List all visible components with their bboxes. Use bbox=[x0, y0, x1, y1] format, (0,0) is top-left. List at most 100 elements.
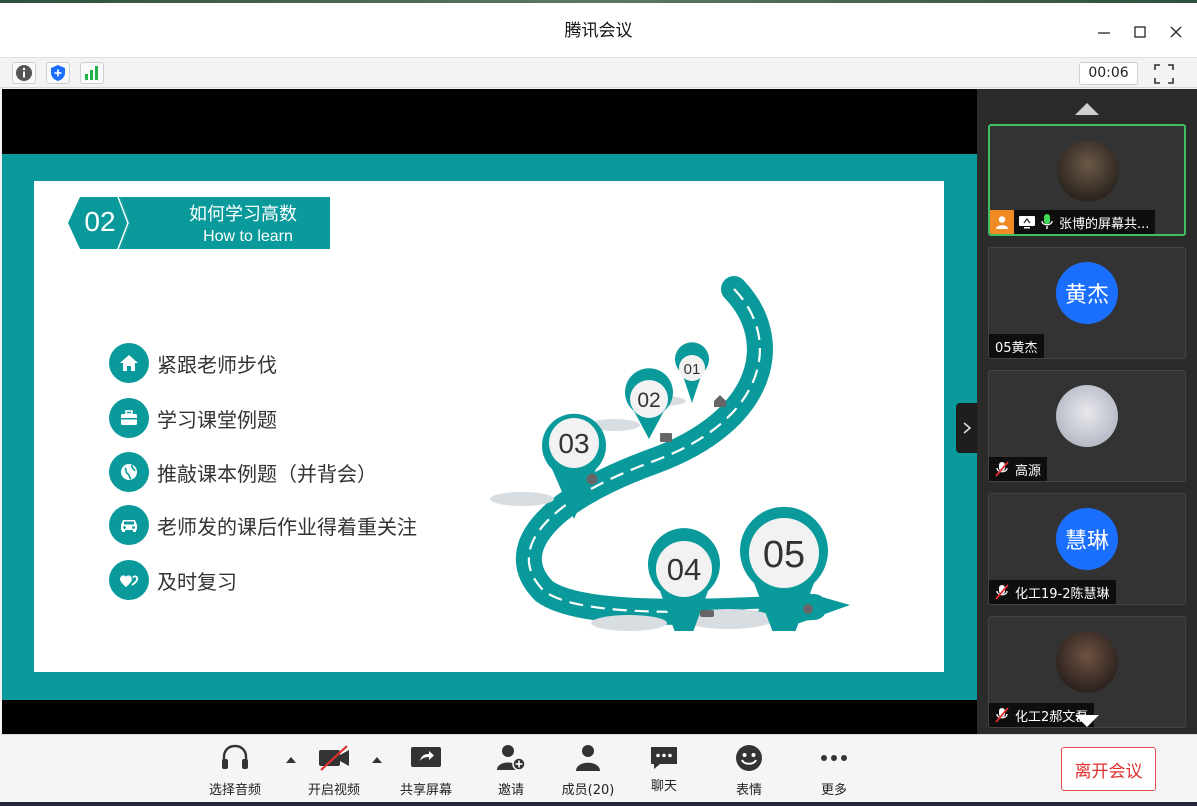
audio-button[interactable]: 选择音频 bbox=[195, 743, 275, 801]
avatar: 黄杰 bbox=[1056, 262, 1118, 324]
small-car-icon bbox=[700, 610, 714, 617]
participant-name: 05黄杰 bbox=[995, 340, 1038, 356]
bullet-text: 推敲课本例题（并背会） bbox=[157, 461, 377, 486]
shared-screen-area[interactable]: 02 如何学习高数 How to learn 紧跟老师步伐 学习课堂例题 推敲课… bbox=[2, 89, 977, 734]
microphone-icon bbox=[1041, 214, 1053, 229]
minimize-icon bbox=[1098, 32, 1110, 34]
more-button[interactable]: 更多 bbox=[794, 743, 874, 801]
avatar bbox=[1056, 631, 1118, 693]
section-header: 02 如何学习高数 How to learn bbox=[68, 197, 330, 249]
participant-tile[interactable]: 高源 bbox=[988, 370, 1186, 482]
taskbar-edge bbox=[0, 802, 1197, 806]
globe-icon bbox=[109, 452, 149, 492]
scroll-down-arrow[interactable] bbox=[1075, 715, 1099, 727]
close-button[interactable] bbox=[1165, 21, 1187, 43]
participant-tile[interactable]: 化工2郝文磊 bbox=[988, 616, 1186, 728]
smiley-icon bbox=[732, 743, 766, 773]
chat-icon bbox=[647, 743, 681, 773]
network-signal-button[interactable] bbox=[80, 62, 104, 84]
svg-text:04: 04 bbox=[667, 552, 701, 587]
car-icon bbox=[109, 505, 149, 545]
title-bar: 腾讯会议 bbox=[0, 3, 1197, 57]
participant-tile[interactable]: 慧琳 化工19-2陈慧琳 bbox=[988, 493, 1186, 605]
leave-meeting-button[interactable]: 离开会议 bbox=[1061, 747, 1156, 791]
bullet-text: 学习课堂例题 bbox=[157, 407, 277, 432]
bullet-item: 紧跟老师步伐 bbox=[109, 343, 277, 383]
participant-tile[interactable]: 张博的屏幕共... bbox=[988, 124, 1186, 236]
bullet-item: 推敲课本例题（并背会） bbox=[109, 452, 377, 492]
more-dots-icon bbox=[817, 743, 851, 773]
bullet-item: 学习课堂例题 bbox=[109, 398, 277, 438]
small-briefcase-icon bbox=[660, 433, 672, 442]
maximize-button[interactable] bbox=[1129, 21, 1151, 43]
participant-name-tag: 05黄杰 bbox=[989, 334, 1044, 358]
emoji-button[interactable]: 表情 bbox=[709, 743, 789, 801]
collapse-sidebar-button[interactable] bbox=[956, 403, 977, 453]
avatar: 慧琳 bbox=[1056, 508, 1118, 570]
section-subtitle: How to learn bbox=[203, 228, 293, 245]
slide-frame: 02 如何学习高数 How to learn 紧跟老师步伐 学习课堂例题 推敲课… bbox=[2, 154, 977, 700]
small-globe-icon bbox=[586, 473, 598, 485]
camera-off-icon bbox=[317, 743, 351, 773]
microphone-muted-icon bbox=[995, 707, 1009, 723]
participant-name-tag: 张博的屏幕共... bbox=[990, 210, 1156, 234]
roadmap-infographic: 01 02 03 04 05 bbox=[490, 276, 850, 631]
close-icon bbox=[1170, 26, 1182, 38]
bullet-item: 及时复习 bbox=[109, 560, 237, 600]
svg-text:02: 02 bbox=[637, 389, 660, 412]
video-button[interactable]: 开启视频 bbox=[294, 743, 374, 801]
participants-panel: 张博的屏幕共... 黄杰 05黄杰 高源 慧琳 化工19-2陈慧琳 化工2郝文磊 bbox=[977, 89, 1197, 734]
host-icon bbox=[990, 210, 1014, 234]
window-title: 腾讯会议 bbox=[564, 21, 633, 41]
tencent-meeting-window: 腾讯会议 00:06 02 如何学习高数 How to learn 紧跟老师步伐… bbox=[0, 0, 1197, 806]
small-home-icon bbox=[714, 395, 726, 407]
home-icon bbox=[109, 343, 149, 383]
briefcase-icon bbox=[109, 398, 149, 438]
microphone-muted-icon bbox=[995, 461, 1009, 477]
video-options-caret[interactable] bbox=[372, 757, 382, 763]
meeting-toolbar: 选择音频 开启视频 共享屏幕 邀请 成员(20) 聊天 表情 更多 离开会议 bbox=[0, 734, 1197, 806]
participant-name-tag: 化工19-2陈慧琳 bbox=[989, 580, 1116, 604]
participant-tile[interactable]: 黄杰 05黄杰 bbox=[988, 247, 1186, 359]
small-hearts-icon bbox=[803, 604, 813, 614]
members-icon bbox=[571, 743, 605, 773]
bullet-text: 老师发的课后作业得着重关注 bbox=[157, 514, 417, 539]
headset-icon bbox=[218, 743, 252, 773]
maximize-icon bbox=[1134, 26, 1146, 38]
participant-name: 高源 bbox=[1015, 463, 1042, 479]
meeting-info-button[interactable] bbox=[12, 62, 36, 84]
shield-icon bbox=[51, 65, 65, 81]
avatar bbox=[1056, 385, 1118, 447]
roadmap-pin-01: 01 bbox=[675, 342, 709, 403]
svg-text:01: 01 bbox=[684, 361, 701, 378]
section-title: 如何学习高数 bbox=[189, 204, 297, 225]
minimize-button[interactable] bbox=[1093, 21, 1115, 43]
section-number: 02 bbox=[84, 206, 116, 237]
share-screen-icon bbox=[409, 743, 443, 773]
security-button[interactable] bbox=[46, 62, 70, 84]
bullet-text: 紧跟老师步伐 bbox=[157, 352, 277, 377]
fullscreen-icon bbox=[1154, 64, 1174, 84]
hearts-icon bbox=[109, 560, 149, 600]
fullscreen-button[interactable] bbox=[1153, 63, 1175, 85]
invite-button[interactable]: 邀请 bbox=[471, 743, 551, 801]
add-user-icon bbox=[494, 743, 528, 773]
signal-icon bbox=[85, 66, 98, 80]
screen-share-icon bbox=[1019, 216, 1035, 229]
chat-button[interactable]: 聊天 bbox=[624, 743, 704, 801]
status-row: 00:06 bbox=[0, 57, 1197, 88]
avatar bbox=[1057, 140, 1119, 202]
chevron-right-icon bbox=[962, 422, 971, 434]
share-screen-button[interactable]: 共享屏幕 bbox=[386, 743, 466, 801]
svg-text:05: 05 bbox=[763, 534, 805, 576]
bullet-item: 老师发的课后作业得着重关注 bbox=[109, 505, 417, 545]
members-button[interactable]: 成员(20) bbox=[548, 743, 628, 801]
presentation-slide: 02 如何学习高数 How to learn 紧跟老师步伐 学习课堂例题 推敲课… bbox=[34, 181, 944, 672]
participant-name-tag: 高源 bbox=[989, 457, 1048, 481]
svg-text:03: 03 bbox=[558, 428, 589, 459]
info-icon bbox=[16, 65, 32, 81]
microphone-muted-icon bbox=[995, 584, 1009, 600]
participant-name: 化工19-2陈慧琳 bbox=[1015, 586, 1110, 602]
scroll-up-arrow[interactable] bbox=[1075, 103, 1099, 115]
participant-name: 张博的屏幕共... bbox=[1059, 216, 1150, 232]
